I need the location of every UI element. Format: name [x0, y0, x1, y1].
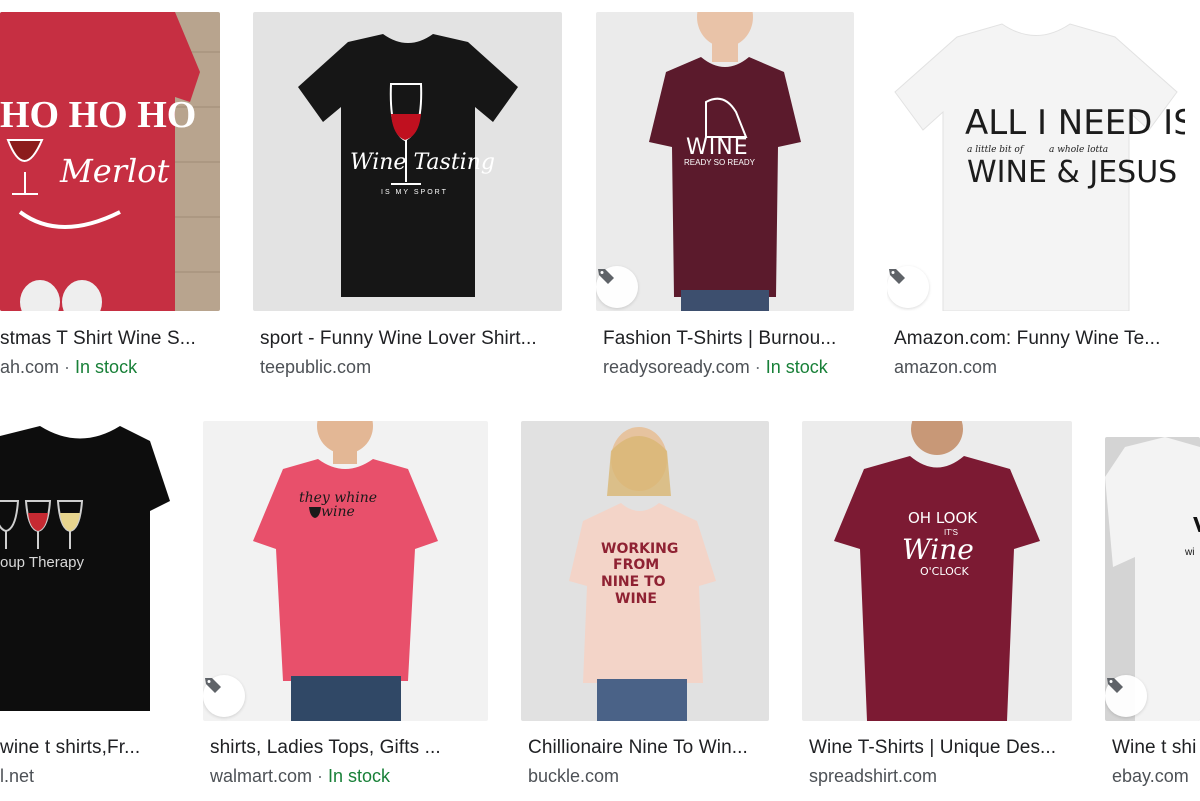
shirt-image: HO HO HO Merlot — [0, 12, 220, 311]
print-text: OH LOOK — [908, 509, 978, 527]
result-card[interactable]: WORKING FROM NINE TO WINE Chillionaire N… — [521, 421, 769, 801]
print-text: Merlot — [59, 152, 170, 190]
result-source-line: teepublic.com — [260, 357, 371, 378]
result-thumbnail[interactable]: ALL I NEED IS a little bit of a whole lo… — [887, 12, 1185, 311]
result-title[interactable]: sport - Funny Wine Lover Shirt... — [260, 328, 560, 350]
result-thumbnail[interactable]: HO HO HO Merlot — [0, 12, 220, 311]
print-text: WORKING — [601, 541, 678, 557]
price-tag-icon — [889, 269, 905, 284]
result-title[interactable]: wine t shirts,Fr... — [0, 737, 170, 759]
result-title[interactable]: Amazon.com: Funny Wine Te... — [894, 328, 1184, 350]
print-text: wi — [1184, 547, 1194, 558]
print-text: WINE — [615, 591, 657, 607]
result-thumbnail[interactable]: WORKING FROM NINE TO WINE — [521, 421, 769, 721]
print-text: WINE & JESUS — [967, 155, 1177, 190]
stock-status: In stock — [765, 357, 828, 377]
print-text: a whole lotta — [1049, 145, 1108, 155]
print-text: Wine Tasting — [350, 150, 495, 175]
stock-status: In stock — [328, 766, 391, 786]
result-thumbnail[interactable]: V wi — [1105, 437, 1200, 721]
price-tag-icon — [1107, 678, 1123, 693]
result-card[interactable]: V wi Wine t shi ebay.com — [1105, 421, 1200, 801]
result-title[interactable]: shirts, Ladies Tops, Gifts ... — [210, 737, 488, 759]
result-title[interactable]: Chillionaire Nine To Win... — [528, 737, 769, 759]
result-source-line: readysoready.com · In stock — [603, 357, 828, 378]
stock-status: In stock — [75, 357, 138, 377]
result-thumbnail[interactable]: WINE READY SO READY — [596, 12, 854, 311]
result-source: ah.com — [0, 357, 60, 377]
result-card[interactable]: oup Therapy wine t shirts,Fr... l.net — [0, 421, 170, 801]
shirt-image: WORKING FROM NINE TO WINE — [521, 421, 769, 721]
result-source-line: ah.com · In stock — [0, 357, 137, 378]
result-source: spreadshirt.com — [809, 766, 938, 786]
result-source: walmart.com — [210, 766, 313, 786]
result-source: l.net — [0, 766, 35, 786]
svg-text:V: V — [1193, 513, 1200, 537]
result-card[interactable]: they whine wine shirts, Ladies Tops, Gif… — [203, 421, 488, 801]
separator: · — [317, 766, 329, 786]
result-thumbnail[interactable]: oup Therapy — [0, 421, 170, 721]
result-title[interactable]: Fashion T-Shirts | Burnou... — [603, 328, 853, 350]
result-card[interactable]: HO HO HO Merlot stmas T Shirt Wine S... … — [0, 12, 220, 382]
result-source: readysoready.com — [603, 357, 750, 377]
price-tag-icon — [598, 269, 614, 284]
result-card[interactable]: OH LOOK IT'S Wine O'CLOCK Wine T-Shirts … — [802, 421, 1072, 801]
result-thumbnail[interactable]: OH LOOK IT'S Wine O'CLOCK — [802, 421, 1072, 721]
result-source: ebay.com — [1112, 766, 1189, 786]
result-title[interactable]: Wine t shi — [1112, 737, 1200, 759]
print-text: READY SO READY — [684, 158, 756, 167]
print-text: O'CLOCK — [920, 565, 969, 578]
result-source: teepublic.com — [260, 357, 372, 377]
result-source: amazon.com — [894, 357, 998, 377]
result-source-line: l.net — [0, 766, 34, 787]
tag-button[interactable] — [1105, 675, 1147, 717]
print-text: FROM — [613, 557, 659, 573]
print-text: HO HO HO — [0, 94, 196, 136]
result-source: buckle.com — [528, 766, 620, 786]
print-text: wine — [321, 504, 355, 520]
separator: · — [64, 357, 76, 377]
result-title[interactable]: Wine T-Shirts | Unique Des... — [809, 737, 1072, 759]
print-text: oup Therapy — [0, 554, 84, 571]
shirt-image: OH LOOK IT'S Wine O'CLOCK — [802, 421, 1072, 721]
result-source-line: amazon.com — [894, 357, 997, 378]
separator: · — [754, 357, 766, 377]
result-card[interactable]: Wine Tasting IS MY SPORT sport - Funny W… — [253, 12, 562, 382]
result-thumbnail[interactable]: Wine Tasting IS MY SPORT — [253, 12, 562, 311]
result-source-line: buckle.com — [528, 766, 619, 787]
result-thumbnail[interactable]: they whine wine — [203, 421, 488, 721]
tag-button[interactable] — [887, 266, 929, 308]
shirt-image: WINE READY SO READY — [596, 12, 854, 311]
print-text: IS MY SPORT — [381, 189, 448, 196]
print-text: NINE TO — [601, 574, 666, 590]
shirt-image: Wine Tasting IS MY SPORT — [253, 12, 562, 311]
result-card[interactable]: WINE READY SO READY Fashion T-Shirts | B… — [596, 12, 854, 382]
shirt-image: they whine wine — [203, 421, 488, 721]
result-source-line: spreadshirt.com — [809, 766, 937, 787]
tag-button[interactable] — [203, 675, 245, 717]
print-text: WINE — [686, 135, 749, 160]
shirt-image: oup Therapy — [0, 421, 170, 721]
result-source-line: walmart.com · In stock — [210, 766, 390, 787]
print-text: ALL I NEED IS — [965, 103, 1185, 143]
result-card[interactable]: ALL I NEED IS a little bit of a whole lo… — [887, 12, 1185, 382]
shirt-image: ALL I NEED IS a little bit of a whole lo… — [887, 12, 1185, 311]
result-title[interactable]: stmas T Shirt Wine S... — [0, 328, 220, 350]
tag-button[interactable] — [596, 266, 638, 308]
print-text: Wine — [902, 533, 974, 566]
print-text: a little bit of — [967, 145, 1025, 155]
price-tag-icon — [205, 678, 221, 693]
result-source-line: ebay.com — [1112, 766, 1189, 787]
